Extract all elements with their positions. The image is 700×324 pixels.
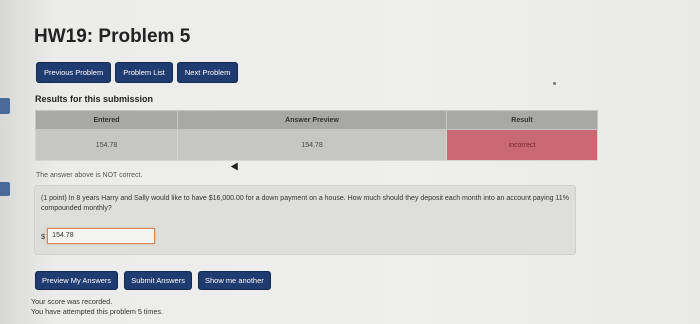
status-message: The answer above is NOT correct. [36, 172, 143, 179]
entered-header: Entered [34, 110, 179, 130]
page: HW19: Problem 5 Previous Problem Problem… [0, 0, 700, 324]
decorative-dot [553, 82, 556, 85]
results-table: Entered Answer Preview Result 154.78 154… [34, 110, 598, 161]
side-marker [0, 98, 10, 114]
side-marker [0, 182, 10, 196]
answer-preview-header: Answer Preview [177, 110, 448, 130]
show-another-button[interactable]: Show me another [197, 271, 271, 290]
results-heading: Results for this submission [35, 94, 154, 104]
preview-answers-button[interactable]: Preview My Answers [35, 271, 119, 290]
problem-box: (1 point) In 8 years Harry and Sally wou… [34, 185, 576, 255]
table-row: 154.78 154.78 incorrect [34, 129, 598, 161]
previous-problem-button[interactable]: Previous Problem [36, 62, 112, 83]
submit-answers-button[interactable]: Submit Answers [124, 271, 192, 290]
results-header-row: Entered Answer Preview Result [34, 110, 598, 130]
currency-symbol: $ [41, 231, 46, 241]
result-header: Result [446, 110, 598, 130]
answer-input[interactable]: 154.78 [47, 228, 156, 244]
mouse-cursor-icon [230, 162, 242, 173]
next-problem-button[interactable]: Next Problem [176, 62, 239, 83]
score-info: Your score was recorded. You have attemp… [31, 297, 163, 317]
page-title: HW19: Problem 5 [34, 26, 191, 47]
answer-row: $ 154.78 [41, 228, 156, 244]
result-cell: incorrect [446, 129, 598, 161]
answer-actions: Preview My Answers Submit Answers Show m… [35, 271, 271, 290]
entered-cell: 154.78 [34, 129, 179, 161]
problem-nav: Previous Problem Problem List Next Probl… [36, 62, 239, 83]
problem-statement: (1 point) In 8 years Harry and Sally wou… [41, 195, 569, 212]
problem-list-button[interactable]: Problem List [115, 62, 173, 83]
score-recorded-text: Your score was recorded. [31, 297, 113, 306]
attempts-text: You have attempted this problem 5 times. [31, 307, 163, 316]
answer-preview-cell: 154.78 [177, 129, 448, 161]
